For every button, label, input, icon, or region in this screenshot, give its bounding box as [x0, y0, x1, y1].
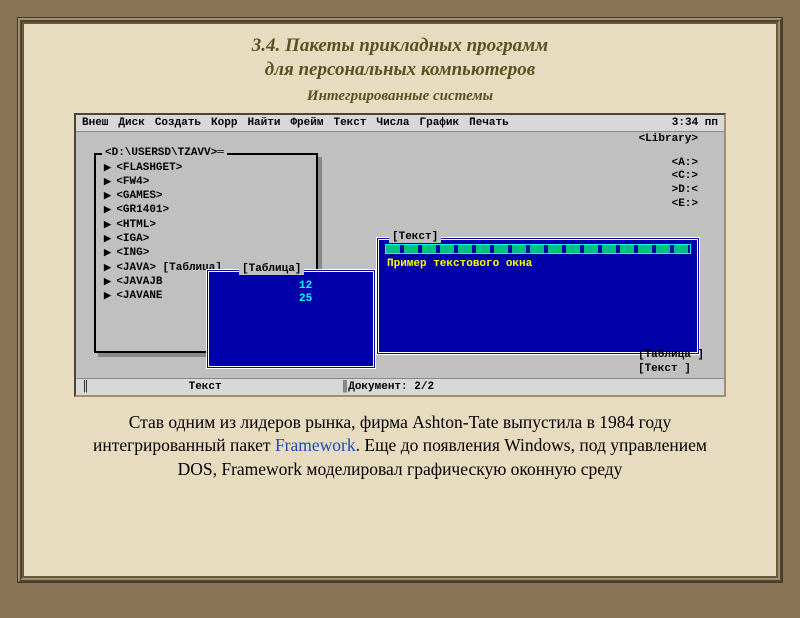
- dos-screenshot: Внеш Диск Создать Корр Найти Фрейм Текст…: [74, 113, 726, 397]
- table-cell: 12: [299, 280, 373, 294]
- folder-item[interactable]: <ING>: [104, 246, 308, 260]
- text-window-title: [Текст]: [389, 231, 441, 243]
- folder-item[interactable]: <IGA>: [104, 232, 308, 246]
- folder-item[interactable]: <FLASHGET>: [104, 161, 308, 175]
- table-window[interactable]: [Таблица] 12 25: [206, 269, 376, 369]
- slide-title: 3.4. Пакеты прикладных программ для перс…: [22, 22, 778, 88]
- menu-item[interactable]: Диск: [118, 117, 144, 129]
- caption-highlight: Framework: [275, 435, 356, 455]
- status-bar: Текст ║Документ: 2/2: [76, 378, 724, 395]
- slide-frame: 3.4. Пакеты прикладных программ для перс…: [18, 18, 782, 582]
- drive-item[interactable]: <E:>: [672, 198, 698, 212]
- menu-item[interactable]: Текст: [333, 117, 366, 129]
- folder-item[interactable]: <GAMES>: [104, 189, 308, 203]
- drive-item[interactable]: <C:>: [672, 170, 698, 184]
- menu-item[interactable]: Фрейм: [290, 117, 323, 129]
- ruler-icon: [385, 244, 691, 254]
- clock: 3:34 пп: [672, 117, 718, 129]
- app-menubar[interactable]: Внеш Диск Создать Корр Найти Фрейм Текст…: [76, 115, 724, 132]
- slide-subtitle: Интегрированные системы: [22, 88, 778, 111]
- status-doc-count: ║Документ: 2/2: [342, 381, 434, 393]
- folder-item[interactable]: <FW4>: [104, 175, 308, 189]
- menu-item[interactable]: Корр: [211, 117, 237, 129]
- menu-item[interactable]: График: [420, 117, 460, 129]
- menu-item[interactable]: Печать: [469, 117, 509, 129]
- drive-item[interactable]: <A:>: [672, 157, 698, 171]
- table-window-body: 12 25: [209, 272, 373, 308]
- menu-item[interactable]: Числа: [376, 117, 409, 129]
- menu-item[interactable]: Внеш: [82, 117, 108, 129]
- tab-table[interactable]: [Таблица ]: [638, 349, 704, 363]
- menu-item[interactable]: Найти: [247, 117, 280, 129]
- slide-caption: Став одним из лидеров рынка, фирма Ashto…: [22, 403, 778, 482]
- tab-text[interactable]: [Текст ]: [638, 363, 704, 377]
- title-line-2: для персональных компьютеров: [265, 59, 535, 80]
- drive-list[interactable]: <A:> <C:> >D:< <E:>: [672, 157, 698, 212]
- window-tabs[interactable]: [Таблица ] [Текст ]: [638, 349, 704, 377]
- menu-item[interactable]: Создать: [155, 117, 201, 129]
- folder-item[interactable]: <HTML>: [104, 218, 308, 232]
- folder-item[interactable]: <GR1401>: [104, 203, 308, 217]
- status-mode: Текст: [82, 381, 222, 393]
- text-window-content[interactable]: Пример текстового окна: [379, 256, 697, 272]
- title-line-1: 3.4. Пакеты прикладных программ: [252, 35, 548, 56]
- drive-item[interactable]: >D:<: [672, 184, 698, 198]
- table-cell: 25: [299, 293, 373, 307]
- directory-path: <D:\USERSD\TZAVV>═: [102, 147, 227, 159]
- table-window-title: [Таблица]: [239, 263, 304, 275]
- text-window[interactable]: [Текст] Пример текстового окна: [376, 237, 700, 355]
- library-label: <Library>: [639, 133, 698, 145]
